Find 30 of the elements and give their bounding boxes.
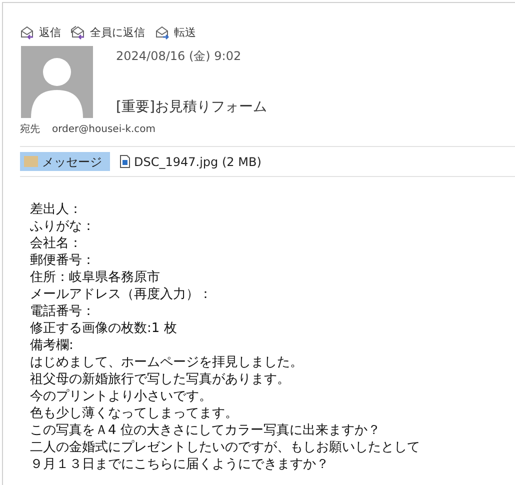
body-line: 二人の金婚式にプレゼントしたいのですが、もしお願いしたとして	[30, 439, 421, 456]
avatar-icon	[21, 46, 93, 118]
body-line: この写真をＡ4 位の大きさにしてカラー写真に出来ますか？	[30, 422, 382, 439]
envelope-icon	[155, 25, 171, 41]
body-line: 今のプリントより小さいです。	[30, 388, 213, 405]
recipient-label: 宛先	[20, 122, 40, 136]
body-line: 電話番号：	[30, 303, 96, 320]
envelope-icon	[20, 25, 36, 41]
body-line: 修正する画像の枚数:1 枚	[30, 320, 178, 337]
body-line: はじめまして、ホームページを拝見しました。	[30, 354, 304, 371]
body-line: 会社名：	[30, 235, 83, 252]
subject-text: [重要]お見積りフォーム	[116, 98, 267, 117]
body-line: 色も少し薄くなってしまってます。	[30, 405, 239, 422]
body-line: 差出人：	[30, 201, 83, 218]
body-line: ９月１３日までにこちらに届くようにできますか？	[30, 456, 330, 473]
attachment-tab[interactable]: DSC_1947.jpg (2 MB)	[116, 152, 266, 171]
body-line: ふりがな：	[30, 218, 96, 235]
body-line: メールアドレス（再度入力）：	[30, 286, 213, 303]
body-line: 住所：岐阜県各務原市	[30, 269, 161, 286]
image-file-icon	[120, 155, 130, 168]
envelope-icon	[71, 25, 87, 41]
toolbar-button[interactable]: 全員に返信	[71, 24, 145, 42]
body-line: 備考欄:	[30, 337, 74, 354]
recipient-address: order@housei-k.com	[52, 122, 156, 136]
date-text: 2024/08/16 (金) 9:02	[116, 48, 242, 64]
body-line: 郵便番号：	[30, 252, 96, 269]
message-tab[interactable]: メッセージ	[20, 152, 110, 171]
toolbar-button[interactable]: 返信	[20, 24, 61, 42]
toolbar-button[interactable]: 転送	[155, 24, 196, 42]
body-line: 祖父母の新婚旅行で写した写真があります。	[30, 371, 291, 388]
